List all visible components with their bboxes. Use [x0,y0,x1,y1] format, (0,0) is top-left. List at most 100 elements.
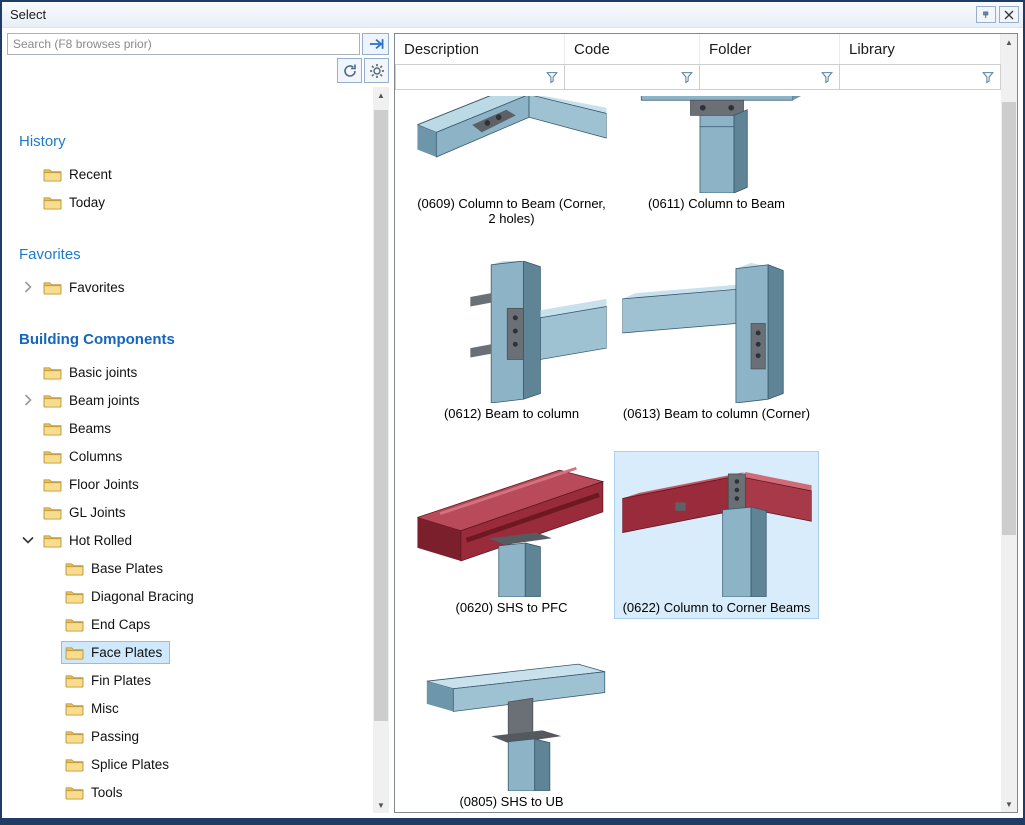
tree-scroll-track[interactable] [373,103,389,797]
tree-scroll-up-button[interactable]: ▲ [373,87,389,103]
tree-item-base-plates[interactable]: Base Plates [7,554,373,582]
tree-item-beams[interactable]: Beams [7,414,373,442]
component-thumbnail [417,649,607,791]
refresh-button[interactable] [337,58,362,83]
go-arrow-icon [367,37,385,51]
tree-item-misc[interactable]: Misc [7,694,373,722]
folder-icon [65,785,84,800]
tree-item-label: Hot Rolled [69,533,132,548]
search-row [7,33,389,55]
filter-button-folder[interactable] [817,67,837,87]
tree-item-label: Beam joints [69,393,140,408]
chevron-down-icon[interactable] [17,534,39,546]
folder-icon [65,561,84,576]
tree-item-today[interactable]: Today [7,188,373,216]
column-headers: DescriptionCodeFolderLibrary [395,34,1001,64]
grid-scrollbar[interactable]: ▲ ▼ [1001,34,1017,812]
folder-icon [43,813,62,814]
column-header-description[interactable]: Description [395,34,565,64]
folder-icon [65,701,84,716]
component-thumbnail [622,455,812,597]
tree-item-label: GL Joints [69,505,126,520]
folder-icon [65,645,84,660]
column-header-code[interactable]: Code [565,34,700,64]
pin-icon [981,10,991,20]
tree-item-label: Recent [69,167,112,182]
chevron-right-icon[interactable] [17,394,39,406]
tree-item-label: Fin Plates [91,673,151,688]
tree-item-hot-rolled[interactable]: Hot Rolled [7,526,373,554]
folder-icon [65,729,84,744]
grid-scroll-up-button[interactable]: ▲ [1001,34,1017,50]
filter-field-library[interactable] [840,64,1001,90]
tree-item-diagonal-bracing[interactable]: Diagonal Bracing [7,582,373,610]
tree-section-favorites: Favorites [7,238,373,273]
tree-scroll-thumb[interactable] [374,110,388,721]
tree-item-columns[interactable]: Columns [7,442,373,470]
tree-scrollbar[interactable]: ▲ ▼ [373,87,389,813]
filter-field-description[interactable] [395,64,565,90]
tree-item-tools[interactable]: Tools [7,778,373,806]
tree-item-fin-plates[interactable]: Fin Plates [7,666,373,694]
tree-item-face-plates[interactable]: Face Plates [7,638,373,666]
filter-button-code[interactable] [677,67,697,87]
component-caption: (0613) Beam to column (Corner) [623,406,810,421]
tree-item-label: Beams [69,421,111,436]
left-panel: History Recent Today FavoritesFavorites Buil… [7,33,389,813]
tree-item-label: Base Plates [91,561,163,576]
component-item-0609-column-to-beam-corner-2-holes[interactable]: (0609) Column to Beam (Corner, 2 holes) [409,92,614,231]
filter-field-folder[interactable] [700,64,840,90]
component-grid: (0609) Column to Beam (Corner, 2 holes)(… [409,92,1001,812]
component-thumbnail [417,455,607,597]
column-header-folder[interactable]: Folder [700,34,840,64]
close-button[interactable] [999,6,1019,23]
folder-icon [43,393,62,408]
tree-item-label: Columns [69,449,122,464]
search-input[interactable] [7,33,360,55]
settings-button[interactable] [364,58,389,83]
tree-item-i-clips[interactable]: I Clips [7,806,373,813]
tree-item-recent[interactable]: Recent [7,160,373,188]
tools-row [7,58,389,83]
search-go-button[interactable] [362,33,389,55]
pin-button[interactable] [976,6,996,23]
folder-icon [43,365,62,380]
filter-button-description[interactable] [542,67,562,87]
tree-scroll-down-button[interactable]: ▼ [373,797,389,813]
tree-item-floor-joints[interactable]: Floor Joints [7,470,373,498]
tree-item-label: Basic joints [69,365,137,380]
tree-item-label: Floor Joints [69,477,139,492]
column-header-library[interactable]: Library [840,34,1001,64]
tree-item-gl-joints[interactable]: GL Joints [7,498,373,526]
component-item-0613-beam-to-column-corner[interactable]: (0613) Beam to column (Corner) [614,257,819,425]
folder-icon [43,195,62,210]
folder-icon [43,477,62,492]
folder-icon [43,421,62,436]
tree-item-label: I Clips [69,813,107,814]
chevron-right-icon[interactable] [17,281,39,293]
tree-item-basic-joints[interactable]: Basic joints [7,358,373,386]
folder-icon [43,280,62,295]
folder-icon [65,617,84,632]
grid-scroll-down-button[interactable]: ▼ [1001,796,1017,812]
component-item-0612-beam-to-column[interactable]: (0612) Beam to column [409,257,614,425]
tree-item-end-caps[interactable]: End Caps [7,610,373,638]
tree-item-splice-plates[interactable]: Splice Plates [7,750,373,778]
component-caption: (0622) Column to Corner Beams [623,600,811,615]
tree-item-label: End Caps [91,617,150,632]
component-caption: (0805) SHS to UB [459,794,563,809]
tree-item-favorites[interactable]: Favorites [7,273,373,301]
component-item-0805-shs-to-ub[interactable]: (0805) SHS to UB [409,645,614,812]
filter-field-code[interactable] [565,64,700,90]
tree-item-beam-joints[interactable]: Beam joints [7,386,373,414]
tree-section-building-components: Building Components [7,323,373,358]
grid-scroll-track[interactable] [1001,50,1017,796]
tree-section-history: History [7,125,373,160]
tree-item-passing[interactable]: Passing [7,722,373,750]
grid-scroll-thumb[interactable] [1002,102,1016,535]
component-item-0611-column-to-beam[interactable]: (0611) Column to Beam [614,92,819,231]
filter-button-library[interactable] [978,67,998,87]
component-item-0620-shs-to-pfc[interactable]: (0620) SHS to PFC [409,451,614,619]
component-item-0622-column-to-corner-beams[interactable]: (0622) Column to Corner Beams [614,451,819,619]
window-body: History Recent Today FavoritesFavorites Buil… [2,28,1023,818]
